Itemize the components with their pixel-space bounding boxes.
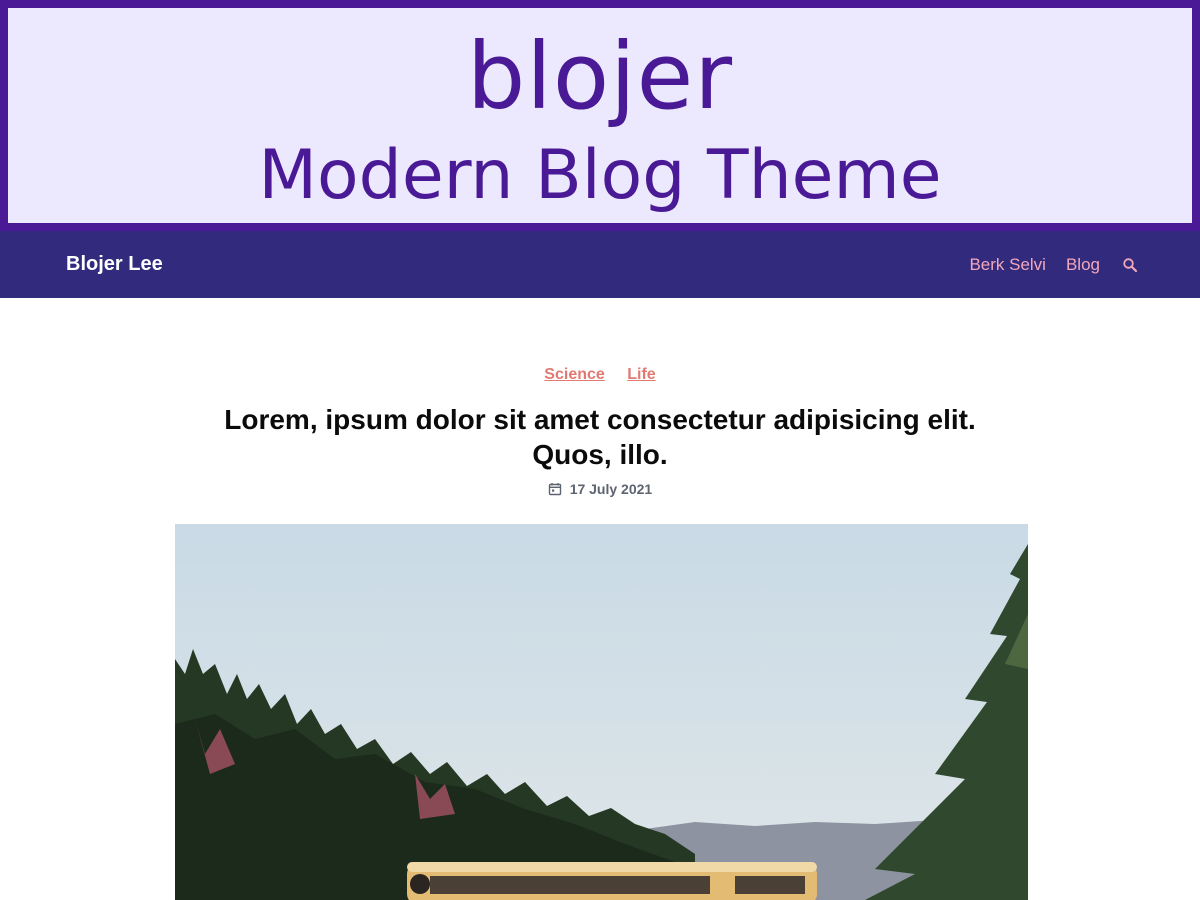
- navbar: Blojer Lee Berk Selvi Blog: [0, 231, 1200, 298]
- banner-subtitle: Modern Blog Theme: [258, 136, 942, 215]
- category-link-life[interactable]: Life: [627, 366, 655, 383]
- post-categories: Science Life: [0, 366, 1200, 384]
- nav-links: Berk Selvi Blog: [949, 231, 1138, 298]
- category-link-science[interactable]: Science: [544, 366, 604, 383]
- search-icon[interactable]: [1122, 257, 1138, 273]
- post-date: 17 July 2021: [0, 481, 1200, 497]
- nav-link-blog[interactable]: Blog: [1066, 255, 1100, 275]
- post-hero-image: [175, 524, 1028, 900]
- post-title: Lorem, ipsum dolor sit amet consectetur …: [224, 404, 976, 470]
- calendar-icon: [548, 482, 562, 496]
- theme-banner: blojer Modern Blog Theme: [0, 0, 1200, 231]
- brand-link[interactable]: Blojer Lee: [66, 231, 163, 298]
- nav-link-berk-selvi[interactable]: Berk Selvi: [969, 255, 1046, 275]
- banner-title: blojer: [466, 23, 734, 130]
- post-date-text: 17 July 2021: [569, 481, 653, 497]
